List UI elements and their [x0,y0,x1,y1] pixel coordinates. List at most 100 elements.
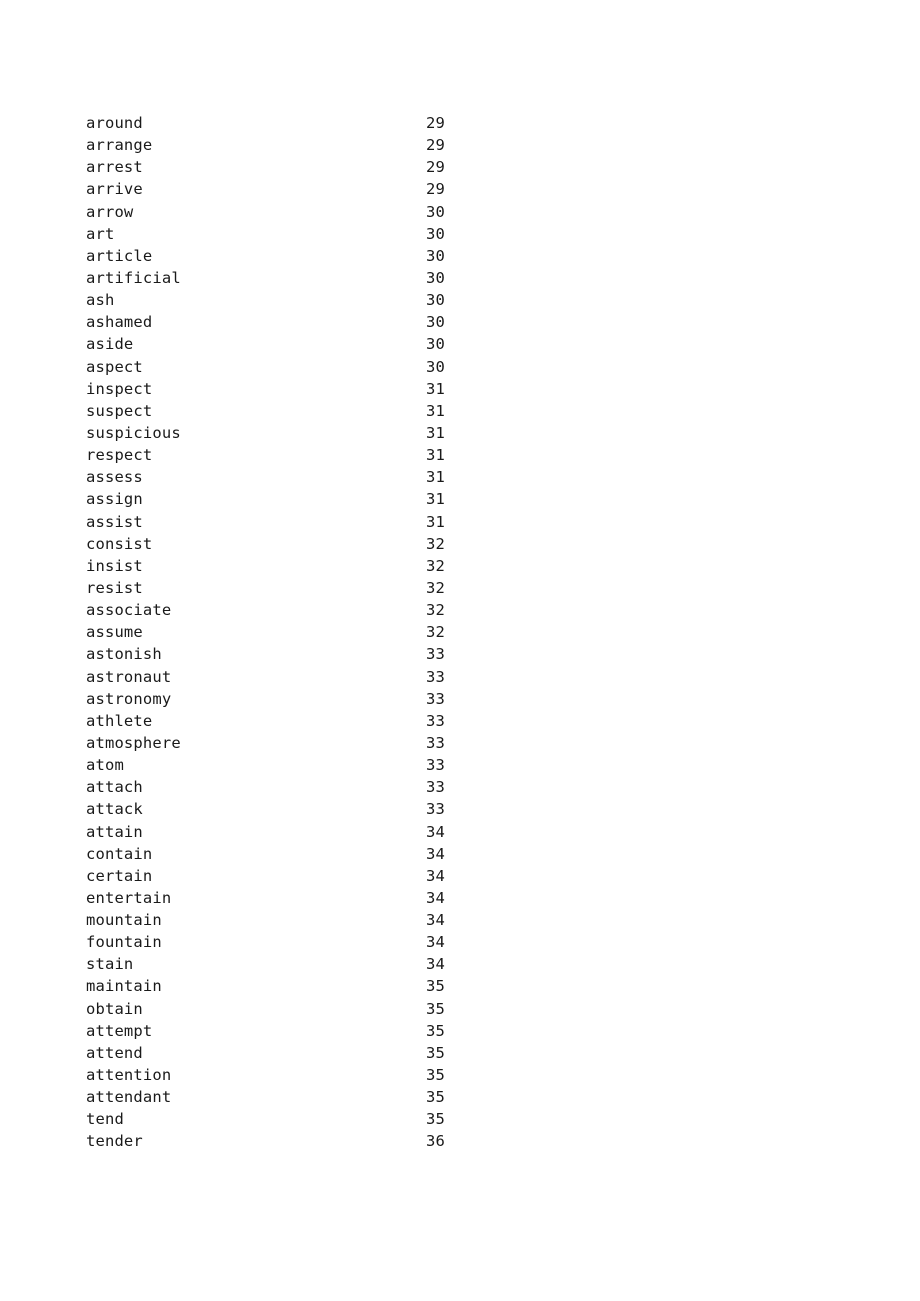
index-entry-page-number: 32 [426,556,445,575]
index-entry-page-number: 29 [426,180,445,199]
index-entry-row: certain 34 [86,865,846,887]
index-entry-page-number: 35 [426,1088,445,1107]
index-entry-page-number: 33 [426,645,445,664]
index-entry-row: around 29 [86,112,846,134]
index-entry-word: tender [86,1132,143,1151]
index-entry-row: attendant 35 [86,1086,846,1108]
index-entry-page-number: 35 [426,1021,445,1040]
index-entry-page-number: 35 [426,1043,445,1062]
index-entry-word: consist [86,534,153,553]
index-entry-page-number: 33 [426,711,445,730]
index-entry-page-number: 34 [426,888,445,907]
index-entry-page-number: 29 [426,158,445,177]
index-entry-word: attention [86,1066,172,1085]
index-entry-word: attain [86,822,143,841]
index-entry-word: suspicious [86,423,181,442]
index-entry-page-number: 29 [426,114,445,132]
index-entry-word: respect [86,446,153,465]
index-entry-page-number: 34 [426,844,445,863]
index-entry-row: tend 35 [86,1108,846,1130]
index-entry-page-number: 33 [426,778,445,797]
index-entry-row: assess 31 [86,466,846,488]
index-entry-row: obtain 35 [86,998,846,1020]
index-entry-row: ash 30 [86,289,846,311]
index-entry-page-number: 31 [426,490,445,509]
index-entry-page-number: 33 [426,689,445,708]
index-entry-word: attack [86,800,143,819]
index-entry-word: atom [86,756,124,775]
index-entry-page-number: 32 [426,623,445,642]
index-entry-word: fountain [86,933,162,952]
index-entry-word: artificial [86,268,181,287]
index-entry-word: ash [86,291,115,310]
index-entry-word: mountain [86,911,162,930]
index-entry-page-number: 30 [426,357,445,376]
index-entry-word: ashamed [86,313,153,332]
index-entry-row: mountain 34 [86,909,846,931]
index-entry-row: respect 31 [86,444,846,466]
index-entry-word: around [86,114,143,132]
index-entry-row: tender 36 [86,1130,846,1152]
index-entry-page-number: 36 [426,1132,445,1151]
index-entry-row: arrange 29 [86,134,846,156]
index-entry-row: associate 32 [86,599,846,621]
index-entry-word: attempt [86,1021,153,1040]
index-entry-page-number: 30 [426,313,445,332]
word-index-list: around 29 arrange 29 arrest 29 arrive 29 arrow 30… [86,112,846,1153]
index-entry-word: arrow [86,202,134,221]
index-entry-row: attack 33 [86,798,846,820]
index-entry-row: atmosphere 33 [86,732,846,754]
index-entry-page-number: 34 [426,933,445,952]
index-entry-row: art 30 [86,223,846,245]
index-entry-word: stain [86,955,134,974]
index-entry-word: suspect [86,401,153,420]
index-entry-page-number: 29 [426,136,445,155]
index-entry-row: aspect 30 [86,356,846,378]
index-entry-page-number: 35 [426,977,445,996]
index-entry-word: maintain [86,977,162,996]
index-entry-word: tend [86,1110,124,1129]
index-entry-word: inspect [86,379,153,398]
index-entry-row: arrow 30 [86,201,846,223]
index-entry-row: suspect 31 [86,400,846,422]
index-entry-page-number: 30 [426,291,445,310]
index-entry-word: associate [86,601,172,620]
index-entry-row: attempt 35 [86,1020,846,1042]
index-entry-word: aspect [86,357,143,376]
index-entry-page-number: 33 [426,756,445,775]
index-entry-word: contain [86,844,153,863]
index-entry-word: assess [86,468,143,487]
index-entry-word: resist [86,578,143,597]
index-entry-word: attendant [86,1088,172,1107]
index-entry-page-number: 35 [426,999,445,1018]
index-entry-page-number: 31 [426,512,445,531]
index-entry-page-number: 31 [426,379,445,398]
index-entry-word: insist [86,556,143,575]
index-entry-word: assist [86,512,143,531]
index-entry-row: attain 34 [86,821,846,843]
index-entry-row: ashamed 30 [86,311,846,333]
index-entry-page-number: 32 [426,534,445,553]
index-entry-page-number: 33 [426,800,445,819]
index-entry-row: athlete 33 [86,710,846,732]
index-entry-row: entertain 34 [86,887,846,909]
index-entry-row: astronomy 33 [86,688,846,710]
index-entry-page-number: 34 [426,822,445,841]
index-entry-page-number: 33 [426,667,445,686]
index-entry-word: article [86,246,153,265]
index-entry-row: article 30 [86,245,846,267]
index-entry-row: stain 34 [86,953,846,975]
index-entry-word: obtain [86,999,143,1018]
index-entry-row: resist 32 [86,577,846,599]
index-entry-page-number: 32 [426,578,445,597]
index-entry-row: maintain 35 [86,975,846,997]
index-entry-word: attend [86,1043,143,1062]
index-entry-row: consist 32 [86,533,846,555]
index-entry-word: aside [86,335,134,354]
index-entry-row: suspicious 31 [86,422,846,444]
index-entry-word: arrest [86,158,143,177]
index-entry-page-number: 31 [426,423,445,442]
index-entry-row: assist 31 [86,511,846,533]
index-entry-row: astonish 33 [86,643,846,665]
index-entry-word: atmosphere [86,733,181,752]
